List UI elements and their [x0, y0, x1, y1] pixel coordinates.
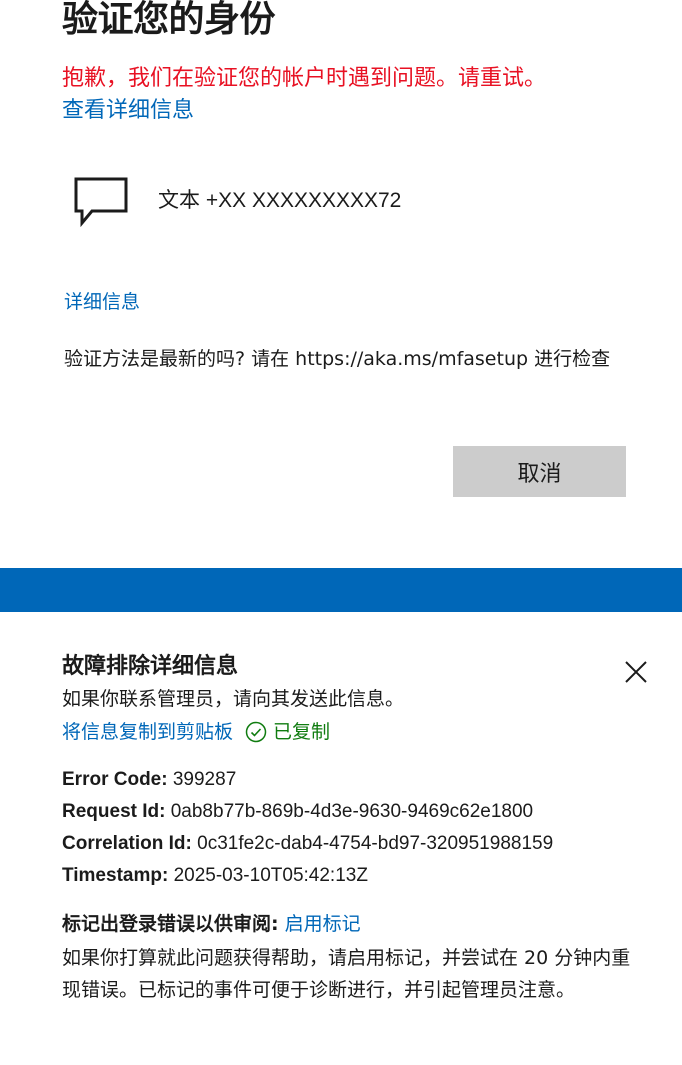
section-divider-band — [0, 568, 682, 612]
error-code-value: 399287 — [172, 769, 237, 790]
view-details-link[interactable]: 查看详细信息 — [62, 96, 194, 126]
more-info-link[interactable]: 详细信息 — [64, 288, 140, 316]
error-code-row: Error Code: 399287 — [62, 765, 236, 795]
request-id-value: 0ab8b77b-869b-4d3e-9630-9469c62e1800 — [170, 801, 534, 822]
copy-to-clipboard-link[interactable]: 将信息复制到剪贴板 — [62, 718, 233, 746]
copy-row: 将信息复制到剪贴板 已复制 — [62, 718, 330, 746]
copied-label: 已复制 — [273, 721, 331, 743]
flag-description: 如果你打算就此问题获得帮助，请启用标记，并尝试在 20 分钟内重现错误。已标记的… — [62, 947, 631, 1001]
verification-method-option[interactable]: 文本 +XX XXXXXXXXX72 — [72, 175, 401, 227]
error-message: 抱歉，我们在验证您的帐户时遇到问题。请重试。 — [62, 66, 547, 91]
correlation-id-label: Correlation Id: — [62, 833, 192, 854]
correlation-id-value: 0c31fe2c-dab4-4754-bd97-320951988159 — [197, 833, 554, 854]
troubleshooting-description: 如果你联系管理员，请向其发送此信息。 — [62, 688, 405, 710]
flag-errors-row: 标记出登录错误以供审阅: 启用标记 — [62, 910, 361, 938]
checkmark-circle-icon — [245, 721, 267, 743]
copied-status: 已复制 — [245, 718, 330, 746]
request-id-label: Request Id: — [62, 801, 166, 822]
verification-method-label: 文本 +XX XXXXXXXXX72 — [158, 189, 402, 212]
cancel-button[interactable]: 取消 — [453, 446, 626, 497]
check-method-text: 验证方法是最新的吗? 请在 https://aka.ms/mfasetup 进行… — [64, 348, 611, 370]
page-title: 验证您的身份 — [62, 0, 276, 40]
error-code-label: Error Code: — [62, 769, 168, 790]
flag-errors-label: 标记出登录错误以供审阅: — [62, 913, 279, 935]
timestamp-value: 2025-03-10T05:42:13Z — [173, 865, 368, 886]
timestamp-row: Timestamp: 2025-03-10T05:42:13Z — [62, 861, 368, 891]
verify-identity-page: 验证您的身份 抱歉，我们在验证您的帐户时遇到问题。请重试。 查看详细信息 文本 … — [0, 0, 682, 1065]
correlation-id-row: Correlation Id: 0c31fe2c-dab4-4754-bd97-… — [62, 829, 553, 859]
close-icon — [625, 661, 647, 683]
troubleshooting-title: 故障排除详细信息 — [62, 654, 239, 679]
troubleshooting-panel: 故障排除详细信息 如果你联系管理员，请向其发送此信息。 将信息复制到剪贴板 已复… — [0, 612, 682, 1065]
request-id-row: Request Id: 0ab8b77b-869b-4d3e-9630-9469… — [62, 797, 533, 827]
close-button[interactable] — [622, 658, 650, 686]
timestamp-label: Timestamp: — [62, 865, 169, 886]
enable-flagging-link[interactable]: 启用标记 — [285, 913, 361, 935]
message-icon — [74, 177, 128, 227]
